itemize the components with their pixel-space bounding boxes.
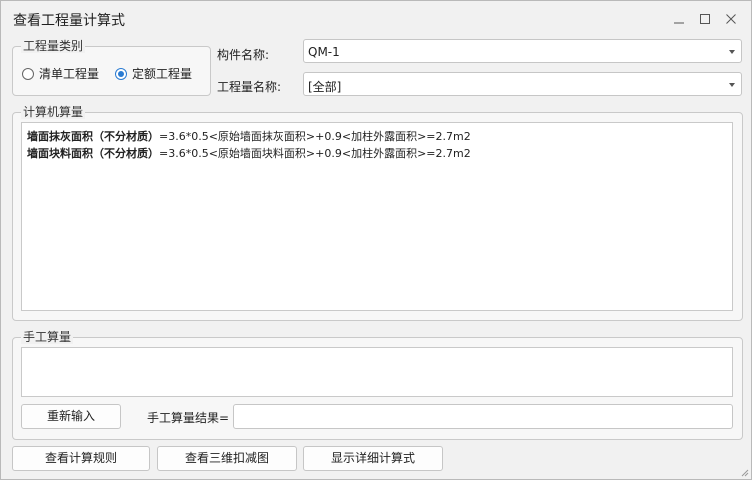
calc-line-name: 墙面块料面积（不分材质） (27, 147, 159, 160)
manual-calc-group: 手工算量 重新输入 手工算量结果= (12, 330, 743, 440)
dialog-window: 查看工程量计算式 工程量类别 清单工程量 定额工程量 构件名称: QM-1 工程… (0, 0, 752, 480)
quantity-type-group: 工程量类别 清单工程量 定额工程量 (12, 39, 211, 96)
maximize-icon (700, 14, 710, 24)
calc-line-name: 墙面抹灰面积（不分材质） (27, 130, 159, 143)
computer-calc-legend: 计算机算量 (21, 105, 86, 119)
component-name-label: 构件名称: (217, 48, 270, 62)
window-title: 查看工程量计算式 (13, 13, 125, 29)
minimize-button[interactable] (665, 7, 693, 31)
radio-checked-icon (115, 67, 127, 80)
calc-line-formula: =3.6*0.5<原始墙面块料面积>+0.9<加柱外露面积>=2.7m2 (159, 147, 471, 160)
quantity-name-label: 工程量名称: (217, 80, 282, 94)
computer-calc-group: 计算机算量 墙面抹灰面积（不分材质）=3.6*0.5<原始墙面抹灰面积>+0.9… (12, 105, 743, 321)
manual-calc-legend: 手工算量 (21, 330, 74, 344)
manual-calc-textarea[interactable] (21, 347, 733, 397)
radio-bill-quantity[interactable]: 清单工程量 (22, 65, 99, 82)
quantity-name-value: [全部] (308, 80, 342, 94)
show-detail-button[interactable]: 显示详细计算式 (303, 446, 443, 471)
quantity-name-select[interactable]: [全部] (303, 72, 742, 96)
computer-calc-textarea[interactable]: 墙面抹灰面积（不分材质）=3.6*0.5<原始墙面抹灰面积>+0.9<加柱外露面… (21, 122, 733, 311)
manual-result-label: 手工算量结果= (147, 411, 230, 425)
manual-result-input[interactable] (233, 404, 733, 429)
radio-quota-label: 定额工程量 (132, 67, 193, 81)
view-rules-button[interactable]: 查看计算规则 (12, 446, 150, 471)
close-button[interactable] (717, 7, 745, 31)
calc-line-formula: =3.6*0.5<原始墙面抹灰面积>+0.9<加柱外露面积>=2.7m2 (159, 130, 471, 143)
chevron-down-icon (729, 83, 735, 87)
calc-line: 墙面抹灰面积（不分材质）=3.6*0.5<原始墙面抹灰面积>+0.9<加柱外露面… (27, 128, 471, 144)
maximize-button[interactable] (691, 7, 719, 31)
radio-quota-quantity[interactable]: 定额工程量 (115, 65, 192, 82)
view-3d-button[interactable]: 查看三维扣减图 (157, 446, 297, 471)
component-name-select[interactable]: QM-1 (303, 39, 742, 63)
calc-line: 墙面块料面积（不分材质）=3.6*0.5<原始墙面块料面积>+0.9<加柱外露面… (27, 145, 471, 161)
radio-unchecked-icon (22, 67, 34, 80)
radio-bill-label: 清单工程量 (39, 67, 100, 81)
chevron-down-icon (729, 50, 735, 54)
close-icon (726, 14, 736, 24)
reenter-button[interactable]: 重新输入 (21, 404, 121, 429)
component-name-value: QM-1 (308, 45, 340, 59)
minimize-icon (674, 22, 684, 24)
resize-grip-icon[interactable] (739, 467, 749, 477)
quantity-type-legend: 工程量类别 (21, 39, 86, 53)
